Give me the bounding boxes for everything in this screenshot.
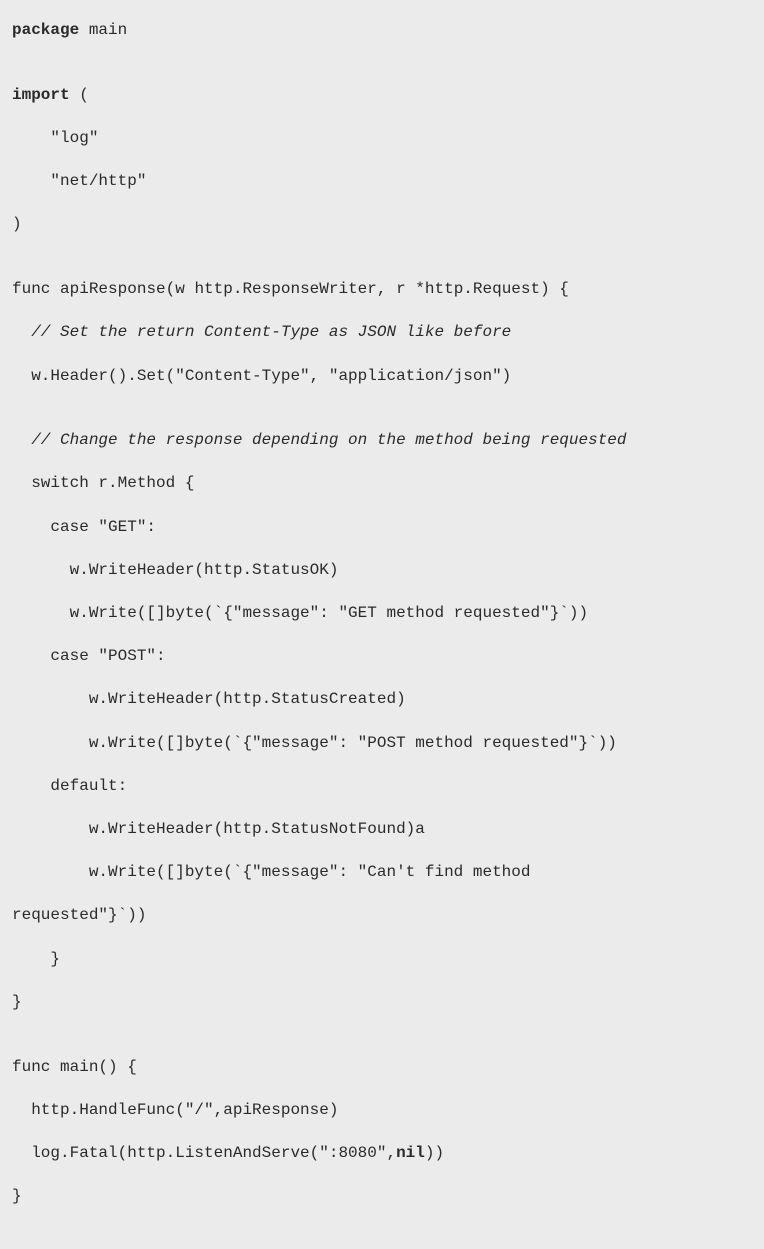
code-line: w.WriteHeader(http.StatusNotFound)a	[12, 819, 752, 841]
code-line: w.Write([]byte(`{"message": "Can't find …	[12, 862, 752, 884]
cursor-char: a	[60, 280, 70, 298]
code-line: func apiResponse(w http.ResponseWriter, …	[12, 279, 752, 301]
code-line: )	[12, 214, 752, 236]
code-line: package main	[12, 20, 752, 42]
code-line: w.WriteHeader(http.StatusOK)	[12, 560, 752, 582]
code-line: case "GET":	[12, 517, 752, 539]
code-line: }	[12, 1186, 752, 1208]
code-line-comment: // Set the return Content-Type as JSON l…	[12, 322, 752, 344]
code-line: requested"}`))	[12, 905, 752, 927]
code-line-comment: // Change the response depending on the …	[12, 430, 752, 452]
code-line: w.Write([]byte(`{"message": "POST method…	[12, 733, 752, 755]
code-block: package main import ( "log" "net/http" )…	[12, 20, 752, 1229]
code-line: w.Header().Set("Content-Type", "applicat…	[12, 366, 752, 388]
code-line: }	[12, 992, 752, 1014]
code-line: "net/http"	[12, 171, 752, 193]
code-line: case "POST":	[12, 646, 752, 668]
code-line: default:	[12, 776, 752, 798]
code-line: log.Fatal(http.ListenAndServe(":8080",ni…	[12, 1143, 752, 1165]
code-line: func main() {	[12, 1057, 752, 1079]
code-line: w.Write([]byte(`{"message": "GET method …	[12, 603, 752, 625]
code-line: "log"	[12, 128, 752, 150]
keyword-import: import	[12, 86, 70, 104]
code-line: import (	[12, 85, 752, 107]
code-line: w.WriteHeader(http.StatusCreated)	[12, 689, 752, 711]
code-line: }	[12, 949, 752, 971]
text: (	[70, 86, 89, 104]
keyword-package: package	[12, 21, 79, 39]
text: log.Fatal(http.ListenAndServe(":8080",	[12, 1144, 396, 1162]
text: func	[12, 280, 60, 298]
text: ))	[425, 1144, 444, 1162]
code-line: switch r.Method {	[12, 473, 752, 495]
code-line: http.HandleFunc("/",apiResponse)	[12, 1100, 752, 1122]
text: piResponse(w http.ResponseWriter, r *htt…	[70, 280, 569, 298]
keyword-nil: nil	[396, 1144, 425, 1162]
text: main	[79, 21, 127, 39]
